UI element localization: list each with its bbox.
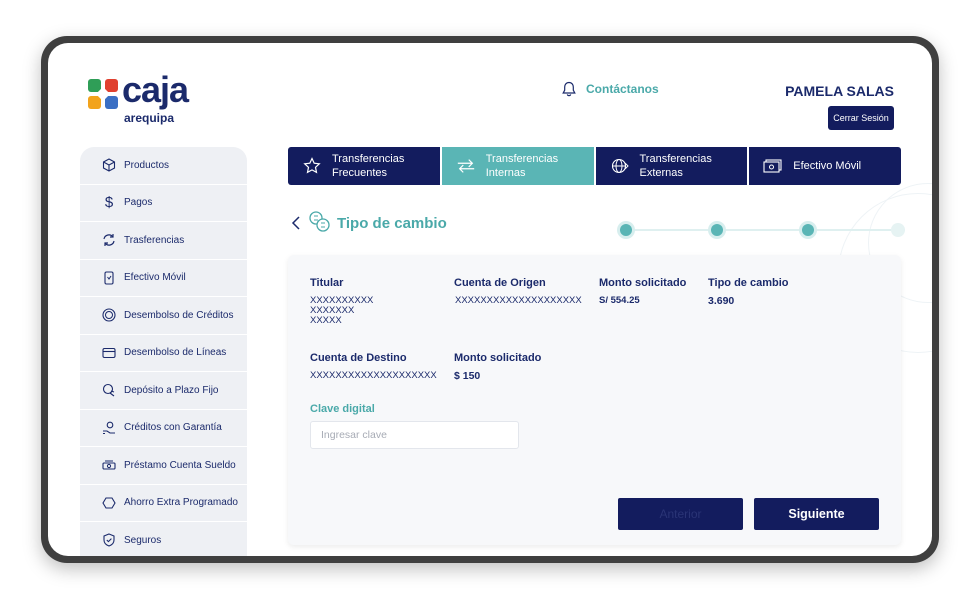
refresh-icon [102, 233, 116, 247]
tab-label: Transferencias Frecuentes [332, 152, 404, 180]
monto-solicitado-2-label: Monto solicitado [454, 352, 542, 364]
sidebar-item-desembolso-lineas[interactable]: Desembolso de Líneas [80, 335, 247, 372]
tab-label: Transferencias Internas [486, 152, 558, 180]
clave-digital-label: Clave digital [310, 403, 375, 415]
sidebar-item-label: Créditos con Garantía [124, 422, 222, 434]
tipo-cambio-label: Tipo de cambio [708, 277, 789, 289]
destino-label: Cuenta de Destino [310, 352, 407, 364]
tab-label-line2: Frecuentes [332, 167, 388, 179]
sidebar-item-label: Trasferencias [124, 234, 185, 246]
card-icon [102, 346, 116, 360]
sidebar-item-label: Efectivo Móvil [124, 272, 186, 284]
contact-label: Contáctanos [586, 82, 659, 96]
hand-icon [102, 421, 116, 435]
mobile-icon [102, 271, 116, 285]
shield-icon [102, 533, 116, 547]
tab-label-line1: Transferencias [332, 153, 405, 165]
brand-logo[interactable]: caja arequipa [88, 69, 208, 125]
cash-icon [763, 156, 783, 176]
cube-icon [102, 158, 116, 172]
sidebar-item-label: Desembolso de Líneas [124, 347, 227, 359]
sidebar-item-deposito-plazo-fijo[interactable]: Depósito a Plazo Fijo [80, 372, 247, 410]
sidebar-item-pagos[interactable]: $ Pagos [80, 185, 247, 222]
tab-label-line1: Transferencias [639, 153, 712, 165]
contact-link[interactable]: Contáctanos [562, 81, 659, 97]
arrows-icon [456, 156, 476, 176]
back-arrow-icon[interactable] [290, 215, 302, 231]
clave-digital-input[interactable] [310, 421, 519, 449]
sidebar: Productos $ Pagos Trasferencias Efectivo… [80, 147, 247, 556]
globe-icon [610, 156, 630, 176]
star-icon [302, 156, 322, 176]
tab-label: Transferencias Externas [640, 152, 712, 180]
tab-label-line1: Efectivo Móvil [793, 160, 862, 172]
piggy-icon [102, 383, 116, 397]
sidebar-item-ahorro-extra[interactable]: Ahorro Extra Programado [80, 485, 247, 522]
savings-icon [102, 496, 116, 510]
monto-solicitado-value: S/ 554.25 [599, 295, 640, 306]
destino-value: XXXXXXXXXXXXXXXXXXXX [310, 370, 437, 381]
titular-value-line3: XXXXX [310, 315, 342, 326]
sidebar-item-label: Ahorro Extra Programado [124, 497, 238, 509]
tab-transferencias-internas[interactable]: Transferencias Internas [441, 147, 594, 185]
logout-button[interactable]: Cerrar Sesión [828, 106, 894, 130]
transfer-tabs: Transferencias Frecuentes Transferencias I… [288, 147, 901, 185]
sidebar-item-label: Pagos [124, 197, 153, 209]
sidebar-item-creditos-garantia[interactable]: Créditos con Garantía [80, 410, 247, 447]
tab-label-line2: Internas [485, 167, 526, 179]
previous-button[interactable]: Anterior [618, 498, 743, 530]
monto-solicitado-label: Monto solicitado [599, 277, 687, 289]
dollar-icon: $ [104, 194, 114, 212]
coin-icon [102, 308, 116, 322]
tab-label: Efectivo Móvil [793, 159, 861, 173]
sidebar-item-desembolso-creditos[interactable]: Desembolso de Créditos [80, 297, 247, 335]
titular-label: Titular [310, 277, 344, 289]
caja-logo-icon [88, 79, 118, 109]
monto-solicitado-2-value: $ 150 [454, 370, 481, 382]
step-2-completed [711, 224, 723, 236]
sidebar-item-trasferencias[interactable]: Trasferencias [80, 222, 247, 260]
origen-value: XXXXXXXXXXXXXXXXXXXX [455, 295, 582, 306]
tab-efectivo-movil[interactable]: Efectivo Móvil [749, 147, 901, 185]
sidebar-item-label: Productos [124, 159, 170, 171]
brand-name: caja [122, 69, 189, 110]
titular-value: XXXXXXXXXX XXXXXXX XXXXX [310, 296, 373, 326]
origen-label: Cuenta de Origen [454, 277, 546, 289]
tab-label-line2: Externas [639, 167, 683, 179]
sidebar-item-label: Desembolso de Créditos [124, 309, 234, 321]
bell-icon [562, 81, 576, 97]
step-3-completed [802, 224, 814, 236]
next-button[interactable]: Siguiente [754, 498, 879, 530]
confirmation-card: Titular XXXXXXXXXX XXXXXXX XXXXX Cuenta … [288, 255, 901, 545]
sidebar-item-seguros[interactable]: Seguros [80, 522, 247, 556]
tab-transferencias-frecuentes[interactable]: Transferencias Frecuentes [288, 147, 440, 185]
sidebar-item-label: Préstamo Cuenta Sueldo [124, 459, 236, 471]
app-screen: caja arequipa Contáctanos PAMELA SALAS C… [48, 43, 932, 556]
sidebar-item-label: Seguros [124, 534, 162, 546]
progress-stepper [620, 223, 905, 237]
sidebar-item-efectivo-movil[interactable]: Efectivo Móvil [80, 260, 247, 297]
section-title: Tipo de cambio [337, 215, 447, 232]
tab-label-line1: Transferencias [485, 153, 559, 165]
brand-subtitle: arequipa [124, 111, 175, 125]
step-1-completed [620, 224, 632, 236]
sidebar-item-label: Depósito a Plazo Fijo [124, 384, 219, 396]
exchange-coins-icon [309, 211, 330, 232]
tab-transferencias-externas[interactable]: Transferencias Externas [595, 147, 748, 185]
device-frame: caja arequipa Contáctanos PAMELA SALAS C… [41, 36, 939, 563]
user-name: PAMELA SALAS [785, 83, 894, 99]
stepper-line [620, 229, 905, 231]
sidebar-item-productos[interactable]: Productos [80, 147, 247, 185]
tipo-cambio-value: 3.690 [708, 295, 735, 307]
sidebar-item-prestamo-cuenta-sueldo[interactable]: Préstamo Cuenta Sueldo [80, 447, 247, 485]
step-4-pending [891, 223, 905, 237]
money-icon [102, 458, 116, 472]
